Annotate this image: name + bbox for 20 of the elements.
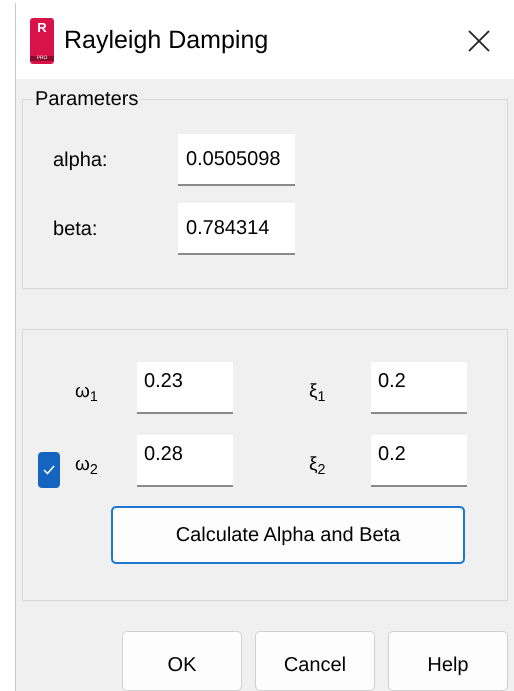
symbol-label: ξ$_{2}$ [309,453,326,480]
checkbox[interactable] [38,452,60,488]
symbol-label: ω$_{1}$ [75,380,99,407]
calculate-button[interactable]: Calculate Alpha and Beta [111,506,465,564]
close-icon [468,30,490,52]
dialog-button[interactable]: Help [388,631,508,691]
window-title: Rayleigh Damping [64,25,268,56]
dialog-button[interactable]: Cancel [255,631,375,691]
input-field[interactable]: 0.28 [137,434,233,487]
input-field[interactable]: 0.2 [371,434,467,487]
field-label: beta: [53,217,98,242]
input-field[interactable]: 0.2 [371,362,467,414]
check-icon [43,464,55,475]
dialog-button[interactable]: OK [122,631,242,691]
symbol-label: ω$_{2}$ [75,453,99,480]
field-label: alpha: [53,148,108,173]
input-field[interactable]: 0.784314 [178,203,295,255]
input-field[interactable]: 0.0505098 [178,134,295,186]
input-field[interactable]: 0.23 [137,362,233,414]
symbol-label: ξ$_{1}$ [309,380,326,407]
